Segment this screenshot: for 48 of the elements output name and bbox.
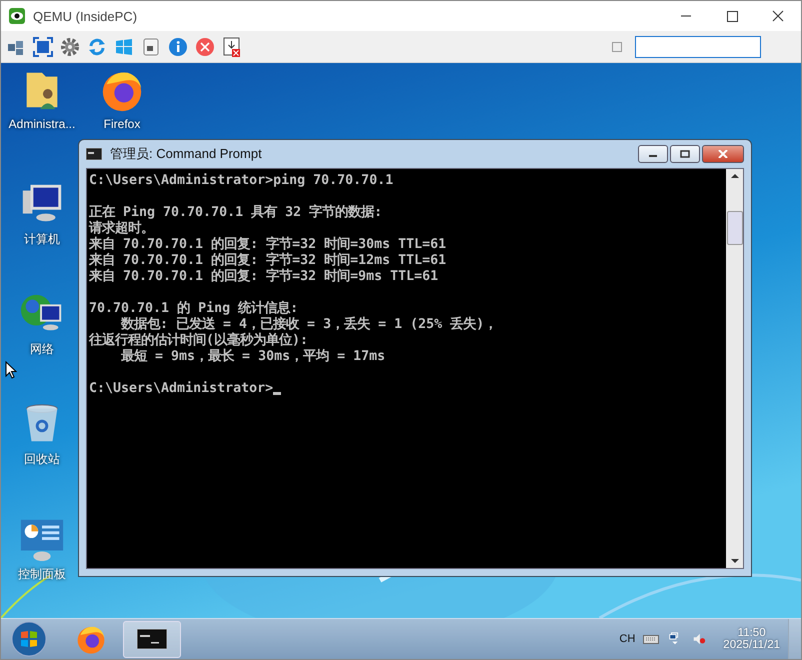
desktop-icon-label: 回收站 [24, 451, 60, 468]
desktop-icon-label: Administra... [8, 117, 76, 131]
desktop-icon-label: 网络 [30, 341, 54, 358]
console-line: 往返行程的估计时间(以毫秒为单位): [89, 333, 308, 348]
language-indicator[interactable]: CH [619, 633, 636, 645]
console-line: 来自 70.70.70.1 的回复: 字节=32 时间=9ms TTL=61 [89, 269, 438, 285]
console-line: C:\Users\Administrator> [89, 381, 274, 397]
desktop-icon-label: Firefox [104, 117, 140, 131]
close-button[interactable] [702, 145, 744, 163]
console-taskbar-button[interactable] [123, 620, 181, 658]
maximize-button[interactable] [670, 145, 700, 163]
close-icon [718, 150, 728, 158]
window-title: QEMU (InsidePC) [33, 8, 138, 24]
console-icon [137, 629, 167, 649]
speaker-icon[interactable] [691, 632, 708, 646]
close-icon[interactable] [195, 36, 215, 56]
app-icon [9, 8, 25, 24]
desktop-icon-label: 计算机 [24, 231, 60, 248]
start-button[interactable] [11, 621, 47, 657]
scroll-thumb[interactable] [726, 211, 742, 245]
desktop-icon-label: 控制面板 [18, 566, 66, 583]
console-line: 正在 Ping 70.70.70.1 具有 32 字节的数据: [89, 205, 382, 220]
console-line: 请求超时。 [89, 221, 154, 236]
console-line: 来自 70.70.70.1 的回复: 字节=32 时间=12ms TTL=61 [89, 253, 446, 268]
windows-icon[interactable] [114, 36, 134, 56]
keyboard-key-icon[interactable] [141, 36, 161, 56]
console-title: 管理员: Command Prompt [110, 145, 262, 163]
settings-icon[interactable] [60, 36, 80, 56]
console-line: 最短 = 9ms，最长 = 30ms，平均 = 17ms [120, 349, 386, 365]
console-line: C:\Users\Administrator>ping 70.70.70.1 [89, 173, 394, 189]
console-line: 来自 70.70.70.1 的回复: 字节=32 时间=30ms TTL=61 [89, 237, 446, 252]
mouse-cursor-icon [5, 361, 17, 379]
info-icon[interactable] [168, 36, 188, 56]
keyboard-icon[interactable] [643, 632, 660, 646]
clock-date[interactable]: 2025/11/21 [723, 639, 780, 651]
console-line: 70.70.70.1 的 Ping 统计信息: [89, 301, 298, 316]
text-cursor [273, 392, 282, 395]
maximize-icon [680, 150, 690, 158]
fullscreen-icon[interactable] [33, 36, 53, 56]
refresh-icon[interactable] [87, 36, 107, 56]
input-field[interactable] [635, 36, 761, 58]
clock-time[interactable]: 11:50 [738, 627, 766, 639]
checkbox[interactable] [612, 42, 622, 52]
scrollbar[interactable] [726, 169, 743, 568]
minimize-button[interactable] [638, 145, 668, 163]
console-line: 数据包: 已发送 = 4，已接收 = 3，丢失 = 1 (25% 丢失)， [120, 317, 498, 332]
console-icon [86, 148, 102, 160]
download-cancel-icon[interactable] [222, 36, 242, 56]
